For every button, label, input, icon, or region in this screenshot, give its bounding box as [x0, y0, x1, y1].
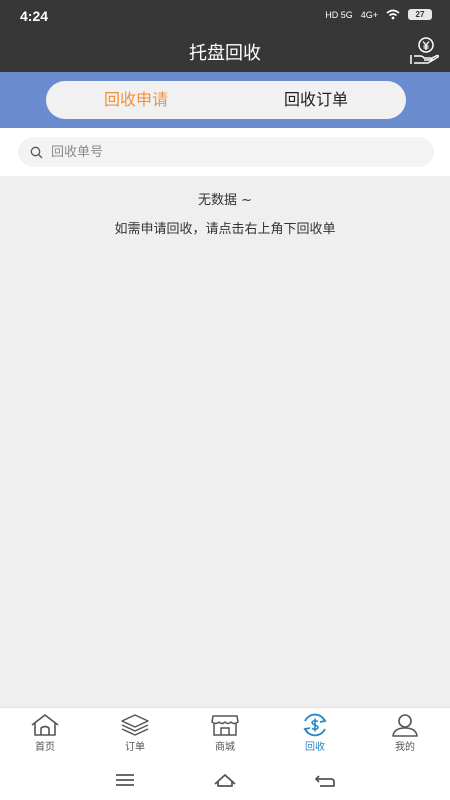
wifi-icon	[386, 9, 400, 20]
nav-label-mall: 商城	[215, 742, 235, 753]
nav-label-recycle: 回收	[305, 742, 325, 753]
nav-item-mall[interactable]: 商城	[180, 708, 270, 760]
nav-item-orders[interactable]: 订单	[90, 708, 180, 760]
page-title: 托盘回收	[189, 43, 261, 64]
search-icon	[30, 146, 43, 158]
signal-5g-indicator: HD 5G	[325, 9, 353, 20]
empty-state-hint: 如需申请回收，请点击右上角下回收单	[114, 222, 336, 237]
app-header: 托盘回收	[0, 32, 450, 72]
recycle-dollar-icon	[303, 713, 327, 737]
status-time: 4:24	[20, 8, 49, 24]
nav-item-recycle[interactable]: 回收	[270, 708, 360, 760]
search-section	[0, 128, 450, 176]
system-nav-bar	[0, 760, 450, 800]
nav-label-orders: 订单	[125, 742, 145, 753]
search-box[interactable]	[18, 137, 434, 167]
tab-bar: 回收申请 回收订单	[0, 72, 450, 128]
layers-icon	[121, 714, 149, 736]
home-icon	[31, 714, 59, 736]
new-recycle-button[interactable]	[408, 36, 440, 68]
empty-state-title: 无数据 ~	[197, 193, 253, 208]
home-outline-icon	[214, 774, 236, 787]
tab-recycle-apply[interactable]: 回收申请	[46, 81, 226, 119]
system-menu-button[interactable]	[113, 770, 137, 790]
signal-4g-indicator: 4G+	[360, 9, 378, 20]
battery-indicator: 27	[408, 9, 432, 20]
search-input[interactable]	[49, 143, 413, 161]
bottom-nav: 首页 订单 商城 回收 我的	[0, 707, 450, 760]
system-back-button[interactable]	[313, 770, 337, 790]
menu-icon	[116, 774, 134, 786]
status-bar: 4:24 HD 5G 4G+ 27	[0, 0, 450, 32]
nav-label-mine: 我的	[395, 742, 415, 753]
nav-label-home: 首页	[35, 742, 55, 753]
nav-item-home[interactable]: 首页	[0, 708, 90, 760]
status-icons: HD 5G 4G+ 27	[325, 9, 432, 20]
user-icon	[392, 714, 418, 737]
nav-item-mine[interactable]: 我的	[360, 708, 450, 760]
recycle-hand-yen-icon	[410, 37, 440, 64]
system-home-button[interactable]	[213, 770, 237, 790]
back-icon	[315, 775, 335, 787]
store-icon	[211, 715, 239, 736]
tab-switch: 回收申请 回收订单	[46, 81, 406, 119]
tab-recycle-orders[interactable]: 回收订单	[226, 81, 406, 119]
